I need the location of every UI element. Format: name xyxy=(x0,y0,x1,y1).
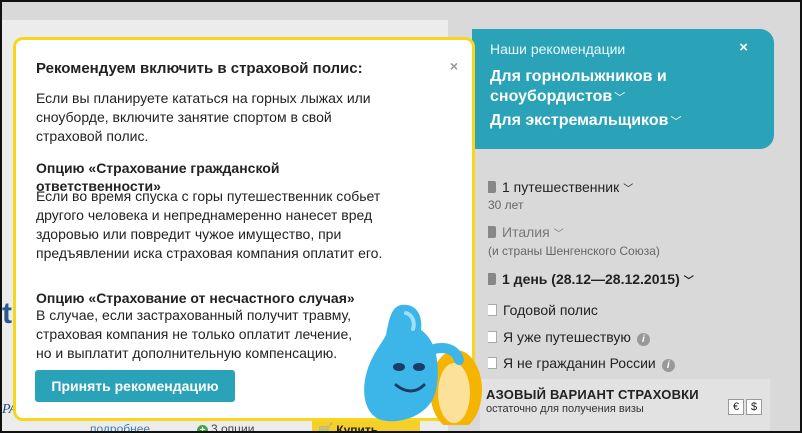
accept-recommendation-button[interactable]: Принять рекомендацию xyxy=(35,370,235,402)
annual-policy-checkbox[interactable] xyxy=(488,304,497,316)
accident-heading: Опцию «Страхование от несчастного случая… xyxy=(36,290,355,306)
travelers-selector[interactable]: 1 путешественник ﹀ xyxy=(488,179,633,195)
base-plan-header: АЗОВЫЙ ВАРИАНТ СТРАХОВКИ остаточно для п… xyxy=(480,379,770,431)
cart-icon: 🛒 xyxy=(318,423,333,433)
already-traveling-option[interactable]: Я уже путешествую i xyxy=(488,329,650,346)
not-citizen-option[interactable]: Я не гражданин России i xyxy=(488,355,675,372)
info-icon[interactable]: i xyxy=(661,359,675,372)
recommendations-panel: Наши рекомендации × Для горнолыжников и … xyxy=(472,29,774,149)
base-plan-title: АЗОВЫЙ ВАРИАНТ СТРАХОВКИ xyxy=(486,387,699,402)
already-traveling-checkbox[interactable] xyxy=(488,331,497,343)
liability-text: Если во время спуска с горы путешественн… xyxy=(36,188,383,261)
popup-title: Рекомендуем включить в страховой полис: xyxy=(36,60,363,77)
currency-usd-button[interactable]: $ xyxy=(746,399,762,415)
travelers-label: 1 путешественник xyxy=(502,179,620,195)
more-link[interactable]: подробнее xyxy=(90,422,150,431)
options-label: 3 опции xyxy=(211,422,255,433)
info-icon[interactable]: i xyxy=(636,333,650,346)
popup-close-icon[interactable]: × xyxy=(450,58,458,74)
not-citizen-checkbox[interactable] xyxy=(488,357,497,369)
recommendation-extreme-label: Для экстремальщиков xyxy=(490,112,669,129)
options-count[interactable]: +3 опции xyxy=(197,422,255,433)
base-plan-subtitle: остаточно для получения визы xyxy=(486,403,644,415)
annual-policy-option[interactable]: Годовой полис xyxy=(488,302,598,318)
country-selector[interactable]: Италия ﹀ xyxy=(488,224,564,240)
dates-label: 1 день (28.12—28.12.2015) xyxy=(502,271,680,287)
dates-selector[interactable]: 1 день (28.12—28.12.2015) ﹀ xyxy=(488,271,694,287)
chevron-down-icon: ﹀ xyxy=(553,229,564,240)
recommendation-ski-link[interactable]: Для горнолыжников и сноубордистов ﹀ xyxy=(490,67,720,108)
recommendations-title: Наши рекомендации xyxy=(490,41,626,57)
calendar-icon xyxy=(488,273,496,285)
not-citizen-label: Я не гражданин России xyxy=(503,355,656,371)
chevron-down-icon: ﹀ xyxy=(670,116,682,128)
plus-icon: + xyxy=(197,425,208,431)
screen: t PA подробнее +3 опции 🛒 Купить Наши ре… xyxy=(0,0,802,433)
search-form: 1 путешественник ﹀ 30 лет Италия ﹀ (и стра… xyxy=(472,152,772,382)
person-icon xyxy=(488,181,496,193)
accident-text: В случае, если застрахованный получит тр… xyxy=(36,307,353,361)
recommendations-close-icon[interactable]: × xyxy=(739,39,748,56)
already-traveling-label: Я уже путешествую xyxy=(503,329,631,345)
currency-eur-button[interactable]: € xyxy=(728,399,744,415)
recommendation-ski-label: Для горнолыжников и сноубордистов xyxy=(490,68,667,105)
country-label: Италия xyxy=(502,224,550,240)
recommendation-popup: Рекомендуем включить в страховой полис: … xyxy=(13,37,482,425)
chevron-down-icon: ﹀ xyxy=(683,276,694,287)
popup-intro: Если вы планируете кататься на горных лы… xyxy=(36,90,371,144)
recommendation-extreme-link[interactable]: Для экстремальщиков ﹀ xyxy=(490,111,681,132)
mascot-illustration xyxy=(364,304,482,425)
chevron-down-icon: ﹀ xyxy=(623,184,634,195)
annual-policy-label: Годовой полис xyxy=(503,302,598,318)
country-note: (и страны Шенгенского Союза) xyxy=(488,244,660,258)
chevron-down-icon: ﹀ xyxy=(614,92,626,104)
traveler-age: 30 лет xyxy=(488,198,524,212)
location-icon xyxy=(488,226,496,238)
